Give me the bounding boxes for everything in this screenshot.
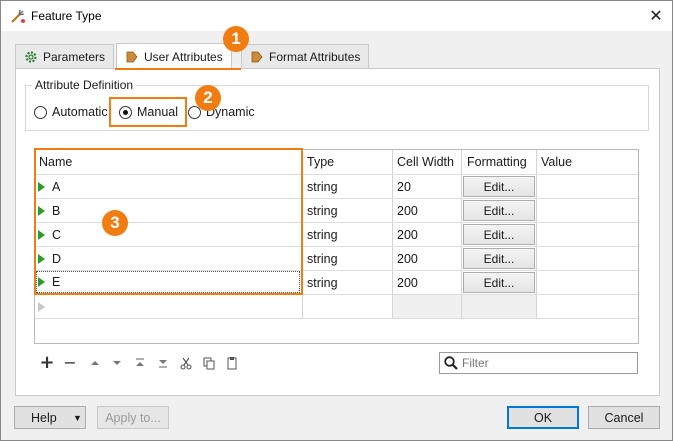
add-icon[interactable]: +	[39, 354, 55, 372]
cell-width[interactable]: 200	[397, 247, 418, 270]
callout-highlight-box	[34, 148, 303, 295]
search-icon	[444, 356, 458, 370]
cell-width[interactable]: 200	[397, 271, 418, 294]
tab-parameters[interactable]: Parameters	[15, 44, 115, 68]
column-header-cell-width[interactable]: Cell Width	[397, 150, 454, 174]
callout-highlight-box	[109, 97, 187, 127]
filter-input[interactable]	[462, 353, 632, 373]
callout-badge: 3	[102, 210, 128, 236]
move-down-icon[interactable]	[109, 355, 125, 371]
cell-type[interactable]: string	[307, 223, 338, 246]
blank-width-cell	[393, 294, 461, 318]
callout-badge: 2	[195, 85, 221, 111]
row-marker-icon	[38, 301, 45, 312]
cell-type[interactable]: string	[307, 247, 338, 270]
attribute-definition-legend: Attribute Definition	[32, 78, 137, 92]
edit-formatting-button[interactable]: Edit...	[463, 272, 535, 293]
column-divider	[392, 150, 393, 318]
dialog-title: Feature Type	[31, 9, 102, 23]
tab-label: Format Attributes	[269, 49, 361, 64]
column-divider	[536, 150, 537, 318]
fme-logo-icon	[11, 9, 25, 23]
column-header-formatting[interactable]: Formatting	[467, 150, 527, 174]
edit-formatting-button[interactable]: Edit...	[463, 224, 535, 245]
edit-formatting-button[interactable]: Edit...	[463, 200, 535, 221]
blank-formatting-cell	[462, 294, 536, 318]
tab-label: Parameters	[43, 49, 106, 64]
arrow-tag-icon	[126, 51, 138, 62]
apply-to-button[interactable]: Apply to...	[97, 406, 169, 429]
radio-circle	[34, 105, 47, 119]
column-header-type[interactable]: Type	[307, 150, 334, 174]
move-top-icon[interactable]	[132, 355, 148, 371]
paste-icon[interactable]	[224, 355, 240, 371]
callout-underline	[115, 68, 241, 70]
row-divider	[35, 318, 638, 319]
tab-label: User Attributes	[144, 49, 223, 64]
ok-button[interactable]: OK	[507, 406, 579, 429]
copy-icon[interactable]	[201, 355, 217, 371]
callout-badge: 1	[223, 26, 249, 52]
cell-type[interactable]: string	[307, 175, 338, 198]
help-label: Help	[31, 410, 57, 425]
cut-icon[interactable]	[178, 355, 194, 371]
arrow-tag-icon	[251, 51, 263, 62]
column-header-value[interactable]: Value	[541, 150, 572, 174]
radio-label: Automatic	[52, 105, 108, 119]
cell-type[interactable]: string	[307, 271, 338, 294]
cell-type[interactable]: string	[307, 199, 338, 222]
title-bar: Feature Type ✕	[1, 1, 672, 31]
cell-width[interactable]: 20	[397, 175, 411, 198]
edit-formatting-button[interactable]: Edit...	[463, 176, 535, 197]
help-button[interactable]: Help ▼	[14, 406, 86, 429]
cancel-button[interactable]: Cancel	[588, 406, 660, 429]
radio-automatic[interactable]: Automatic	[34, 105, 108, 119]
move-bottom-icon[interactable]	[155, 355, 171, 371]
new-row-placeholder[interactable]	[38, 295, 52, 318]
remove-icon[interactable]: −	[62, 355, 78, 371]
tab-format-attributes[interactable]: Format Attributes	[241, 44, 370, 68]
move-up-icon[interactable]	[87, 355, 103, 371]
column-divider	[461, 150, 462, 318]
feature-type-dialog: Feature Type ✕ Parameters User Attribute…	[0, 0, 673, 441]
cell-width[interactable]: 200	[397, 199, 418, 222]
edit-formatting-button[interactable]: Edit...	[463, 248, 535, 269]
gear-icon	[25, 50, 37, 63]
tab-user-attributes[interactable]: User Attributes	[116, 43, 232, 69]
cell-width[interactable]: 200	[397, 223, 418, 246]
close-button[interactable]: ✕	[644, 5, 668, 27]
chevron-down-icon: ▼	[73, 412, 82, 423]
